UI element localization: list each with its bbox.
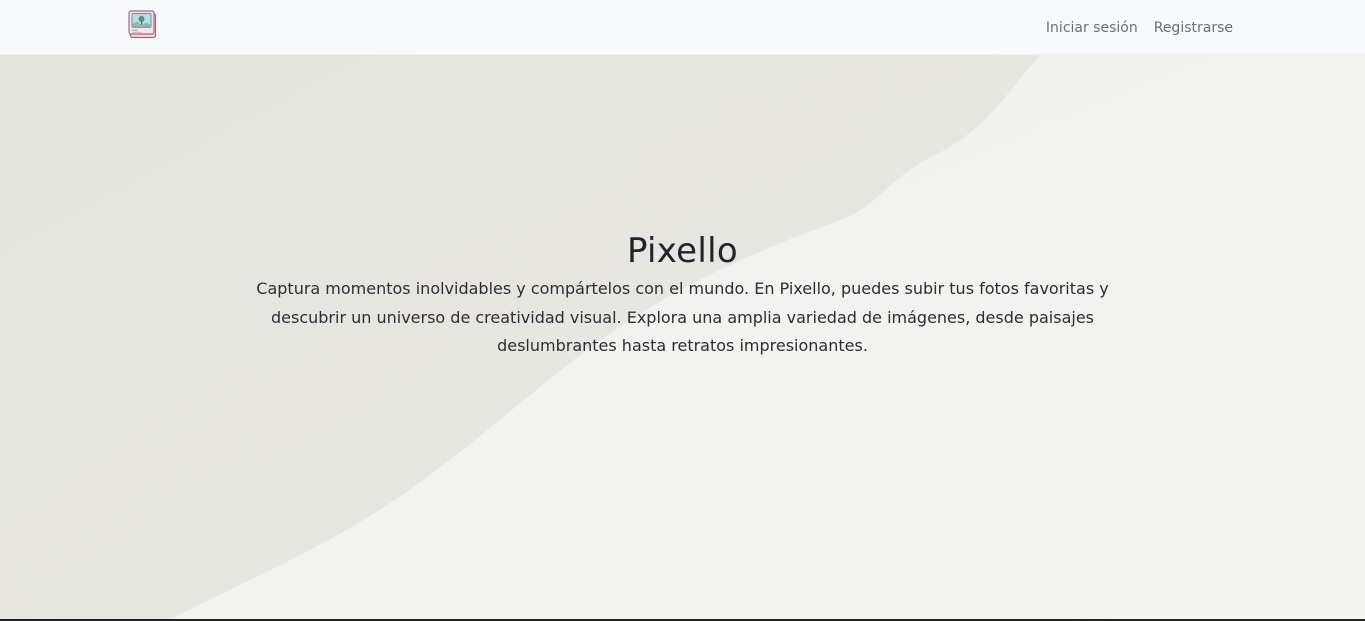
top-navbar: Iniciar sesión Registrarse	[0, 0, 1365, 55]
brand-logo-link[interactable]	[128, 10, 157, 39]
login-link[interactable]: Iniciar sesión	[1046, 20, 1138, 36]
hero-description: Captura momentos inolvidables y compárte…	[256, 279, 1109, 355]
hero-content: Pixello Captura momentos inolvidables y …	[0, 229, 1365, 361]
hero-section: Pixello Captura momentos inolvidables y …	[0, 55, 1365, 619]
nav-links: Iniciar sesión Registrarse	[1046, 0, 1233, 55]
register-link[interactable]: Registrarse	[1154, 20, 1233, 36]
photo-album-icon	[128, 10, 157, 39]
hero-title: Pixello	[627, 231, 738, 271]
